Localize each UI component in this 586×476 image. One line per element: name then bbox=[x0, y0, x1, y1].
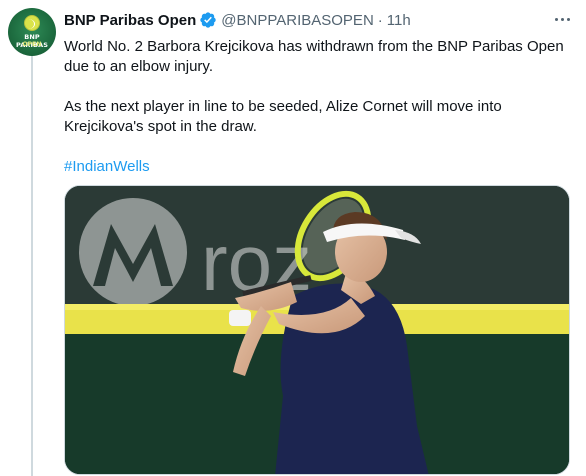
timestamp[interactable]: 11h bbox=[387, 12, 411, 29]
tweet-paragraph-2: As the next player in line to be seeded,… bbox=[64, 98, 502, 135]
tennis-player-photo: roz bbox=[65, 186, 569, 474]
tweet-paragraph-1: World No. 2 Barbora Krejcikova has withd… bbox=[64, 38, 564, 75]
avatar-logo-line2: OPEN bbox=[22, 41, 42, 48]
avatar[interactable]: BNP PARIBAS OPEN bbox=[8, 8, 56, 56]
author-handle[interactable]: @BNPPARIBASOPEN bbox=[221, 12, 374, 29]
sponsor-logo-icon bbox=[79, 198, 187, 306]
author-name[interactable]: BNP Paribas Open bbox=[64, 12, 196, 29]
hashtag-link[interactable]: #IndianWells bbox=[64, 157, 576, 177]
tweet-header: BNP Paribas Open @BNPPARIBASOPEN · 11h bbox=[64, 10, 411, 30]
tweet-media-photo[interactable]: roz bbox=[64, 185, 570, 475]
more-horizontal-icon[interactable] bbox=[552, 9, 572, 29]
avatar-column: BNP PARIBAS OPEN bbox=[0, 0, 64, 476]
tweet[interactable]: BNP PARIBAS OPEN BNP Paribas Open @BNPPA… bbox=[0, 0, 586, 476]
tweet-text: World No. 2 Barbora Krejcikova has withd… bbox=[64, 37, 576, 177]
tennis-ball-icon bbox=[24, 15, 40, 31]
verified-badge-icon bbox=[200, 12, 216, 28]
separator-dot: · bbox=[377, 11, 383, 29]
thread-line bbox=[31, 56, 33, 476]
